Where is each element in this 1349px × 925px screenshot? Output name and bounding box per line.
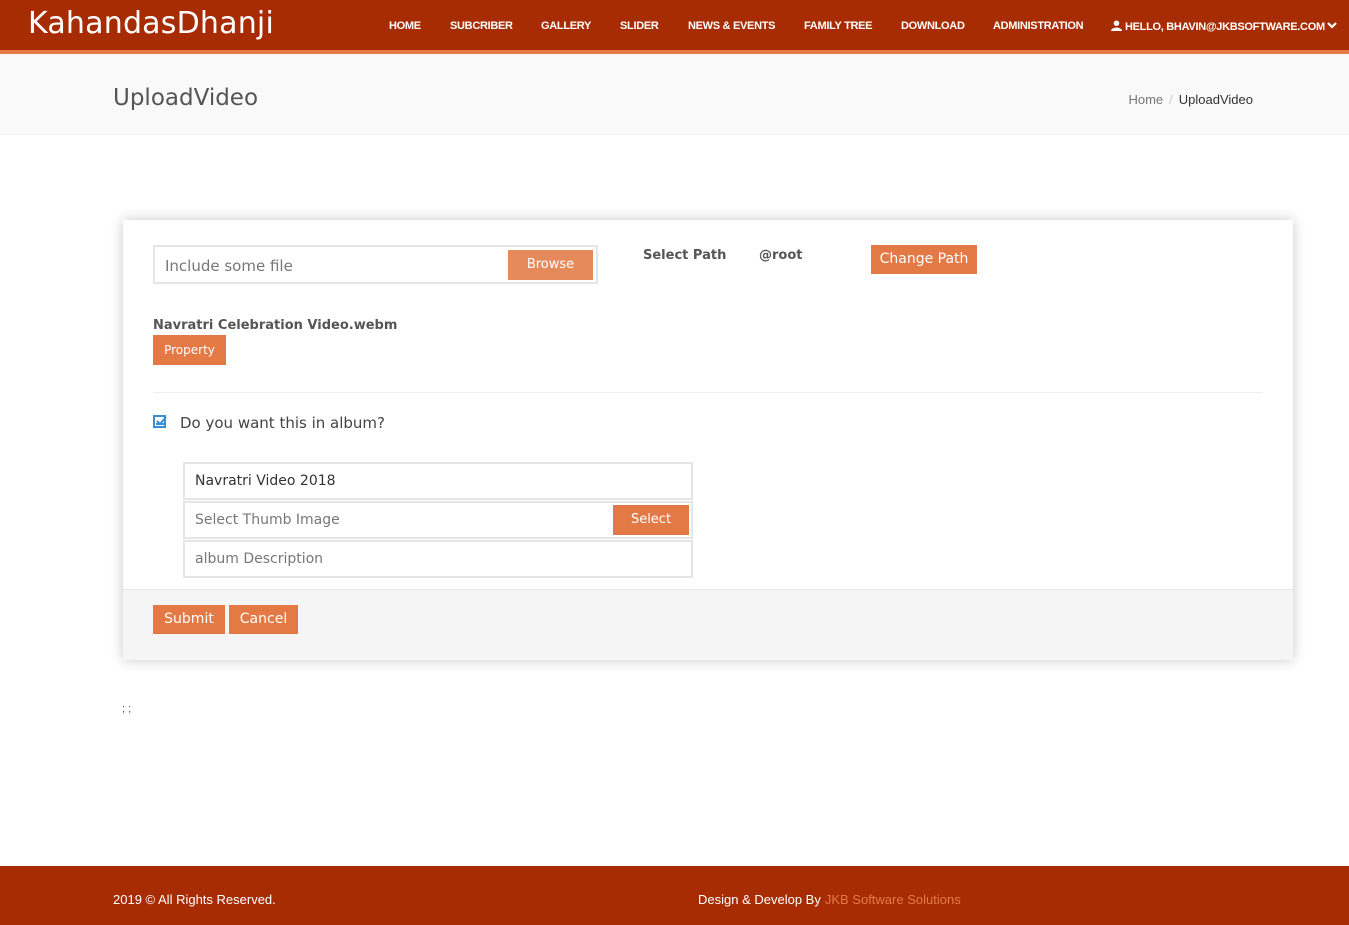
nav-slider[interactable]: SLIDER [620, 20, 659, 32]
breadcrumb-home[interactable]: Home [1128, 92, 1163, 107]
upload-video-card: Include some file Browse Select Path @ro… [123, 220, 1293, 660]
nav-administration[interactable]: ADMINISTRATION [993, 20, 1084, 32]
file-name: Navratri Celebration Video.webm [153, 318, 398, 333]
breadcrumb-current: UploadVideo [1178, 92, 1253, 107]
album-checkbox[interactable] [153, 415, 167, 428]
stray-text: ; ; [122, 703, 132, 715]
thumb-image-placeholder: Select Thumb Image [195, 512, 340, 528]
file-input-placeholder: Include some file [165, 257, 293, 275]
path-value: @root [759, 248, 803, 263]
nav-download[interactable]: DOWNLOAD [901, 20, 965, 32]
change-path-button[interactable]: Change Path [871, 245, 977, 274]
check-icon [156, 416, 167, 426]
card-footer: Submit Cancel [123, 589, 1293, 660]
breadcrumb: Home / UploadVideo [1128, 92, 1253, 107]
album-name-input[interactable]: Navratri Video 2018 [183, 462, 693, 500]
divider [153, 392, 1263, 393]
file-input[interactable]: Include some file Browse [153, 245, 598, 284]
nav-news-events[interactable]: NEWS & EVENTS [688, 20, 775, 32]
album-description-placeholder: album Description [195, 551, 324, 567]
copyright-text: 2019 © All Rights Reserved. [113, 892, 276, 907]
credits-link[interactable]: JKB Software Solutions [825, 892, 961, 907]
select-thumb-button[interactable]: Select [613, 505, 689, 535]
credits-prefix: Design & Develop By [698, 892, 821, 907]
submit-button[interactable]: Submit [153, 605, 225, 634]
credits: Design & Develop By JKB Software Solution… [698, 892, 961, 907]
nav-family-tree[interactable]: FAMILY TREE [804, 20, 873, 32]
chevron-down-icon [1327, 22, 1337, 29]
page-header: UploadVideo Home / UploadVideo [0, 54, 1349, 135]
user-menu[interactable]: HELLO, BHAVIN@JKBSOFTWARE.COM [1111, 20, 1337, 33]
user-menu-label: HELLO, BHAVIN@JKBSOFTWARE.COM [1125, 21, 1325, 33]
site-footer: 2019 © All Rights Reserved. Design & Dev… [0, 866, 1349, 925]
property-button[interactable]: Property [153, 335, 226, 365]
top-navbar: KahandasDhanji HOME SUBCRIBER GALLERY SL… [0, 0, 1349, 54]
page-title: UploadVideo [113, 85, 259, 111]
nav-home[interactable]: HOME [389, 20, 421, 32]
nav-gallery[interactable]: GALLERY [541, 20, 591, 32]
cancel-button[interactable]: Cancel [229, 605, 298, 634]
user-icon [1111, 20, 1122, 31]
album-checkbox-label: Do you want this in album? [180, 414, 385, 432]
album-description-input[interactable]: album Description [183, 540, 693, 578]
browse-button[interactable]: Browse [508, 250, 593, 280]
brand-logo[interactable]: KahandasDhanji [28, 6, 274, 41]
thumb-image-input[interactable]: Select Thumb Image Select [183, 501, 693, 539]
select-path-label: Select Path [643, 248, 727, 263]
album-name-value: Navratri Video 2018 [195, 473, 336, 489]
nav-subcriber[interactable]: SUBCRIBER [450, 20, 513, 32]
breadcrumb-separator: / [1169, 92, 1173, 107]
